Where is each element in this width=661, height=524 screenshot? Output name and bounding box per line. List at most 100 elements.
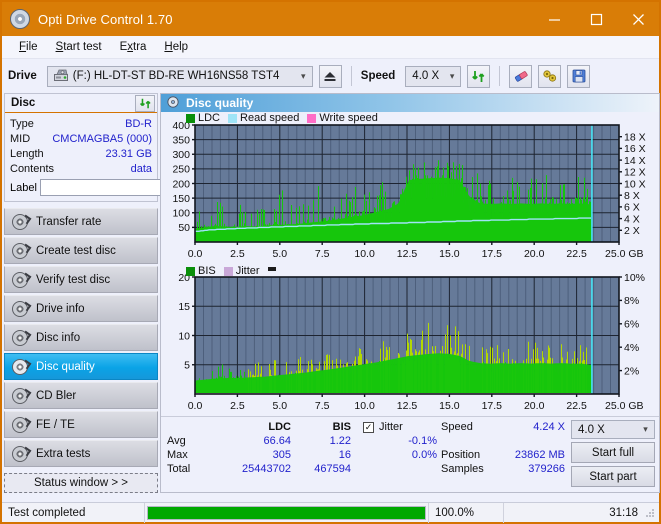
svg-text:12 X: 12 X	[624, 167, 646, 179]
stats-label-max: Max	[167, 449, 188, 461]
menu-help[interactable]: Help	[155, 39, 197, 55]
chevron-down-icon[interactable]: ▾	[444, 71, 460, 82]
save-button[interactable]	[567, 64, 591, 88]
svg-text:6%: 6%	[624, 319, 639, 331]
sidebar-item-create-test-disc[interactable]: Create test disc	[4, 237, 158, 264]
start-part-button[interactable]: Start part	[571, 466, 655, 487]
svg-text:17.5: 17.5	[482, 248, 503, 260]
sidebar-item-drive-info[interactable]: Drive info	[4, 295, 158, 322]
main-panel-header: Disc quality	[161, 94, 659, 112]
stats-panel: Avg Max Total LDC 66.64 305 25443702 BIS…	[161, 416, 659, 489]
svg-text:25.0 GB: 25.0 GB	[605, 400, 644, 412]
menu-start-test[interactable]: Start test	[47, 39, 111, 55]
ldc-legend: LDC Read speed Write speed	[186, 112, 382, 124]
menu-file[interactable]: File	[10, 39, 47, 55]
sidebar-item-label: Disc quality	[36, 360, 95, 373]
disc-row-length: Length 23.31 GB	[10, 146, 152, 161]
svg-text:25.0 GB: 25.0 GB	[605, 248, 644, 260]
speed-value: 4.0 X	[412, 70, 440, 82]
speed-label: Speed	[360, 70, 396, 82]
svg-text:5: 5	[184, 360, 190, 372]
disc-panel-header: Disc	[5, 94, 157, 113]
svg-text:20.0: 20.0	[524, 248, 545, 260]
svg-text:0.0: 0.0	[188, 248, 203, 260]
disc-key: MID	[10, 132, 31, 145]
sidebar: Disc Type BD-R MID CMCMAGBA5 (000) Lengt…	[2, 93, 243, 493]
minimize-icon[interactable]	[533, 2, 575, 36]
stats-bis-max: 16	[338, 449, 351, 461]
legend-label-read-speed: Read speed	[240, 112, 300, 124]
legend-label-bis: BIS	[198, 265, 216, 277]
eject-button[interactable]	[318, 64, 342, 88]
svg-text:350: 350	[172, 134, 190, 146]
svg-text:250: 250	[172, 164, 190, 176]
disc-value: 23.31 GB	[105, 147, 152, 160]
disc-properties: Type BD-R MID CMCMAGBA5 (000) Length 23.…	[5, 113, 243, 201]
drive-select[interactable]: (F:) HL-DT-ST BD-RE WH16NS58 TST4 ▾	[46, 65, 313, 87]
ldc-plot[interactable]: 501001502002503003504002 X4 X6 X8 X10 X1…	[161, 112, 657, 264]
drive-icon	[53, 69, 68, 84]
sidebar-item-label: Drive info	[36, 302, 85, 315]
toolbar-divider	[499, 66, 501, 86]
speed-meta-value: 4.24 X	[533, 421, 565, 433]
stats-actions: 4.0 X ▾ Start full Start part	[571, 420, 655, 487]
legend-label-ldc: LDC	[198, 112, 221, 124]
sidebar-item-fe-te[interactable]: FE / TE	[4, 411, 158, 438]
sidebar-item-transfer-rate[interactable]: Transfer rate	[4, 208, 158, 235]
progress-bar	[147, 505, 426, 520]
svg-text:2.5: 2.5	[230, 400, 245, 412]
stats-ldc-max: 305	[272, 449, 291, 461]
stats-header-bis: BIS	[332, 421, 351, 433]
sidebar-item-disc-info[interactable]: Disc info	[4, 324, 158, 351]
disc-icon	[12, 300, 28, 317]
sidebar-item-extra-tests[interactable]: Extra tests	[4, 440, 158, 467]
sidebar-item-disc-quality[interactable]: Disc quality	[4, 353, 158, 380]
test-speed-select[interactable]: 4.0 X ▾	[571, 420, 655, 439]
svg-text:14 X: 14 X	[624, 155, 646, 167]
refresh-button[interactable]	[467, 64, 491, 88]
application-window: Opti Drive Control 1.70 File Start test …	[0, 0, 661, 524]
speed-select[interactable]: 4.0 X ▾	[405, 65, 462, 87]
svg-text:150: 150	[172, 193, 190, 205]
disc-key: Contents	[10, 162, 55, 175]
disc-icon	[12, 387, 28, 404]
svg-text:18 X: 18 X	[624, 132, 646, 144]
svg-text:16 X: 16 X	[624, 143, 646, 155]
svg-text:7.5: 7.5	[315, 248, 330, 260]
legend-swatch-ldc	[186, 113, 195, 123]
svg-text:5.0: 5.0	[272, 400, 287, 412]
chevron-down-icon[interactable]: ▾	[637, 424, 654, 435]
sidebar-item-cd-bler[interactable]: CD Bler	[4, 382, 158, 409]
nav-list: Transfer rate Create test disc Verify te…	[4, 208, 158, 467]
toolbar-divider	[350, 66, 352, 86]
sidebar-item-verify-test-disc[interactable]: Verify test disc	[4, 266, 158, 293]
plug-button[interactable]	[538, 64, 562, 88]
close-icon[interactable]	[617, 2, 659, 36]
disc-icon	[12, 213, 28, 230]
legend-swatch-jitter	[223, 266, 233, 276]
content-area: Disc Type BD-R MID CMCMAGBA5 (000) Lengt…	[2, 93, 660, 493]
progress-fill	[148, 506, 425, 519]
resize-grip-icon[interactable]	[644, 507, 656, 519]
bis-legend: BIS Jitter	[186, 265, 276, 277]
svg-text:100: 100	[172, 208, 190, 220]
svg-text:4 X: 4 X	[624, 213, 640, 225]
disc-refresh-button[interactable]	[135, 94, 155, 112]
svg-text:10%: 10%	[624, 272, 645, 284]
title-bar: Opti Drive Control 1.70	[2, 2, 659, 36]
chevron-down-icon[interactable]: ▾	[295, 71, 312, 82]
menu-extra[interactable]: Extra	[111, 39, 156, 55]
status-window-button[interactable]: Status window > >	[4, 473, 158, 493]
svg-text:10.0: 10.0	[354, 248, 375, 260]
jitter-checkbox[interactable]: ✓	[363, 421, 374, 433]
svg-text:15: 15	[178, 301, 190, 313]
maximize-icon[interactable]	[575, 2, 617, 36]
disc-icon	[12, 329, 28, 346]
status-bar: Test completed 100.0% 31:18	[2, 502, 659, 523]
jitter-label: Jitter	[379, 421, 403, 433]
svg-text:10: 10	[178, 330, 190, 342]
stats-bis-total: 467594	[314, 463, 351, 475]
bis-plot[interactable]: 51015202%4%6%8%10%0.0 2.5 5.0 7.5 10.0 12.5 15…	[161, 264, 657, 416]
eraser-button[interactable]	[509, 64, 533, 88]
start-full-button[interactable]: Start full	[571, 442, 655, 463]
